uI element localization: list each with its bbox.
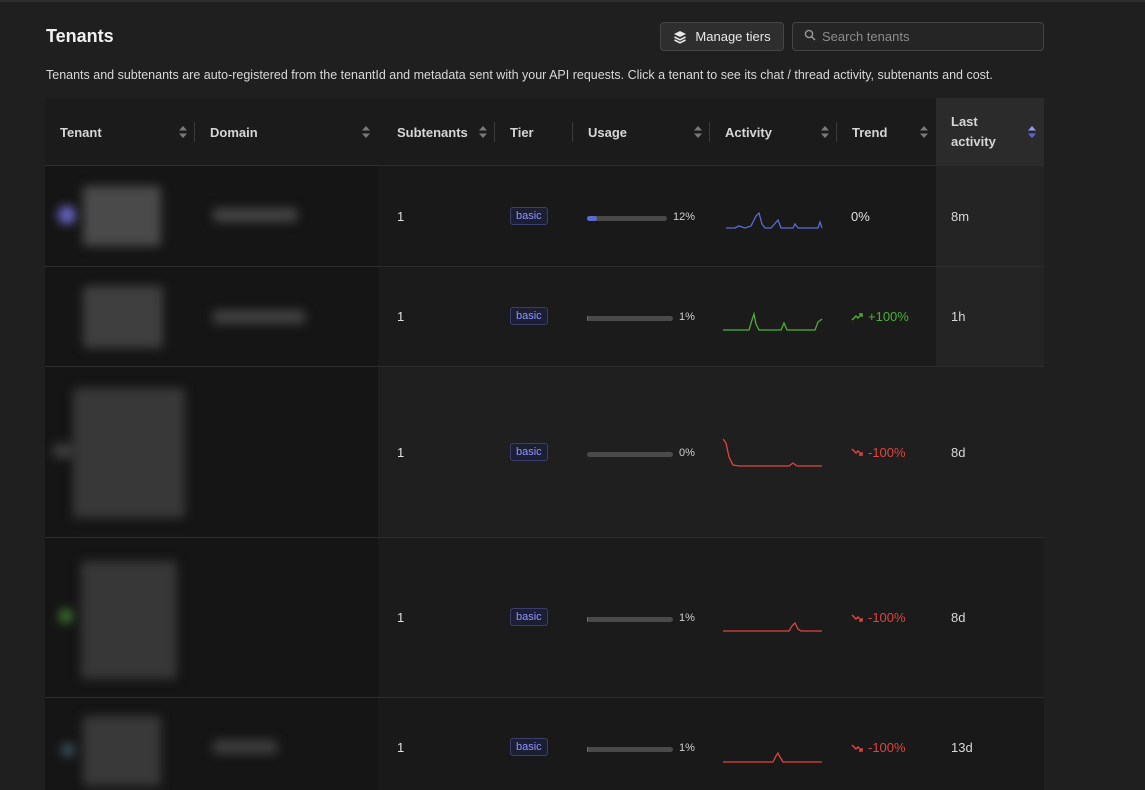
sort-icon [694, 126, 702, 138]
subtenants-count: 1 [397, 444, 405, 460]
search-box[interactable] [792, 22, 1044, 51]
trending-down-icon [851, 613, 863, 622]
last-activity-value: 8m [951, 208, 970, 224]
sort-icon [920, 126, 928, 138]
usage-bar-fill [587, 215, 597, 221]
trend-value: +100% [851, 309, 909, 324]
top-border [0, 0, 1145, 2]
usage-percent: 0% [679, 446, 695, 459]
tier-badge: basic [510, 442, 548, 461]
usage-bar-fill [587, 617, 588, 622]
sort-icon [362, 126, 370, 138]
trend-label: -100% [868, 444, 906, 460]
usage-percent: 12% [673, 210, 696, 223]
trending-down-icon [851, 448, 863, 456]
tier-badge: basic [510, 738, 548, 756]
subtenants-count: 1 [397, 610, 405, 625]
search-icon [804, 28, 816, 46]
trend-label: +100% [868, 309, 909, 324]
trend-value: 0% [851, 209, 870, 224]
last-activity-value: 1h [951, 309, 966, 324]
activity-sparkline [726, 211, 823, 229]
table-row[interactable]: 1 basic 1% -100% 13d [45, 698, 1044, 790]
sparkline-path [726, 211, 823, 229]
activity-sparkline [723, 311, 823, 331]
column-header-domain[interactable]: Domain [195, 98, 378, 166]
subtenants-count: 1 [397, 208, 405, 224]
usage-bar [587, 747, 673, 752]
table-row[interactable]: 1 basic 1% +100% 1h [45, 267, 1044, 367]
sparkline-path [723, 438, 822, 467]
usage-percent: 1% [679, 742, 695, 754]
column-header-usage[interactable]: Usage [573, 98, 710, 166]
usage-bar [587, 617, 673, 622]
last-activity-value: 8d [951, 610, 966, 625]
sparkline-path [723, 621, 822, 632]
column-header-activity[interactable]: Activity [710, 98, 837, 166]
tier-badge: basic [510, 206, 548, 225]
manage-tiers-button[interactable]: Manage tiers [660, 22, 784, 51]
page-title: Tenants [46, 26, 114, 46]
search-input[interactable] [822, 29, 1032, 44]
subtenants-count: 1 [397, 309, 405, 324]
tenants-table: Tenant Domain Subtenants Tier Usage Acti… [45, 98, 1044, 790]
usage-percent: 1% [679, 311, 695, 323]
trend-value: -100% [851, 610, 906, 625]
table-row[interactable]: 1 basic 12% 0% 8m [45, 166, 1044, 267]
activity-sparkline [723, 751, 822, 763]
page-description: Tenants and subtenants are auto-register… [46, 68, 993, 82]
last-activity-value: 13d [951, 740, 973, 755]
column-header-subtenants[interactable]: Subtenants [382, 98, 495, 166]
sort-active-icon [1028, 126, 1036, 138]
trend-label: 0% [851, 208, 870, 224]
layers-icon [673, 30, 687, 44]
column-header-trend[interactable]: Trend [837, 98, 936, 166]
usage-bar [587, 215, 667, 221]
tier-badge: basic [510, 307, 548, 325]
usage-bar [587, 316, 673, 321]
activity-sparkline [723, 438, 822, 467]
trend-label: -100% [868, 740, 906, 755]
usage-bar [587, 451, 673, 457]
subtenants-count: 1 [397, 740, 405, 755]
trending-down-icon [851, 743, 863, 752]
trend-value: -100% [851, 740, 906, 755]
sort-icon [821, 126, 829, 138]
usage-bar-fill [587, 316, 588, 321]
sparkline-path [723, 311, 823, 331]
trend-value: -100% [851, 445, 906, 460]
column-header-tier[interactable]: Tier [495, 98, 573, 166]
activity-sparkline [723, 621, 822, 632]
usage-bar-fill [587, 747, 588, 752]
trend-label: -100% [868, 610, 906, 625]
trending-up-icon [851, 312, 863, 321]
sort-icon [479, 126, 487, 138]
table-row[interactable]: 1 basic 0% -100% 8d [45, 367, 1044, 538]
column-header-last-activity[interactable]: Last activity [936, 98, 1044, 166]
tier-badge: basic [510, 608, 548, 626]
last-activity-value: 8d [951, 444, 966, 460]
manage-tiers-label: Manage tiers [695, 29, 771, 44]
table-row[interactable]: 1 basic 1% -100% 8d [45, 538, 1044, 698]
sort-icon [179, 126, 187, 138]
table-header: Tenant Domain Subtenants Tier Usage Acti… [45, 98, 1044, 166]
column-header-tenant[interactable]: Tenant [45, 98, 195, 166]
sparkline-path [723, 751, 822, 763]
usage-percent: 1% [679, 612, 695, 624]
